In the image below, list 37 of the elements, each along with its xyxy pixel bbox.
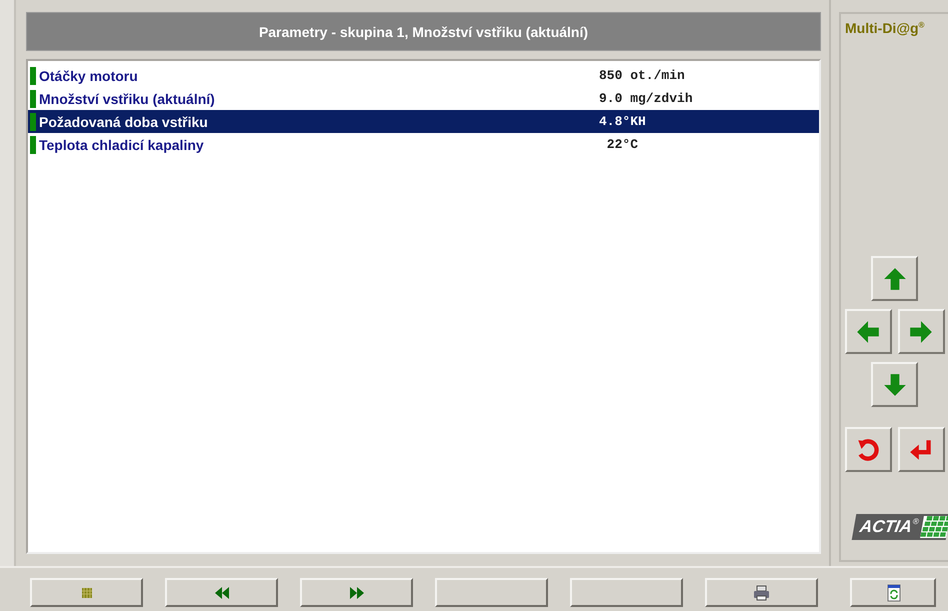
left-button[interactable] [844, 309, 892, 354]
parameter-row[interactable]: Množství vstřiku (aktuální) 9.0 mg/zdvih [28, 87, 819, 110]
toolbar-button[interactable] [570, 578, 683, 607]
status-marker-icon [30, 90, 36, 108]
down-arrow-icon [882, 372, 908, 398]
parameter-row[interactable]: Teplota chladicí kapaliny 22°C [28, 133, 819, 156]
parameter-value: 9.0 mg/zdvih [599, 91, 693, 106]
up-button[interactable] [871, 256, 918, 301]
printer-icon [751, 582, 772, 602]
status-marker-icon [30, 112, 36, 130]
stop-button[interactable] [30, 578, 143, 607]
parameter-label: Teplota chladicí kapaliny [38, 136, 205, 152]
right-arrow-icon [908, 318, 934, 344]
toolbar-button[interactable] [435, 578, 548, 607]
parameter-value: 850 ot./min [599, 68, 685, 83]
up-arrow-icon [882, 266, 908, 292]
parameter-value: 22°C [606, 137, 638, 152]
product-name: Multi-Di@g$^{®}$ [845, 20, 924, 36]
panel-title: Parametry - skupina 1, Množství vstřiku (aktuální) [26, 12, 821, 51]
rewind-button[interactable] [165, 578, 278, 607]
parameter-label: Požadovaná doba vstřiku [38, 114, 209, 130]
print-button[interactable] [705, 578, 818, 607]
down-button[interactable] [871, 362, 918, 407]
parameter-row[interactable]: Požadovaná doba vstřiku 4.8°KH [28, 110, 819, 133]
left-arrow-icon [855, 318, 881, 344]
status-marker-icon [30, 66, 36, 84]
actia-logo: ACTIA® [852, 514, 948, 540]
undo-button[interactable] [844, 427, 892, 472]
enter-button[interactable] [898, 427, 944, 472]
parameter-label: Množství vstřiku (aktuální) [38, 90, 216, 106]
parameter-row[interactable]: Otáčky motoru 850 ot./min [28, 64, 819, 87]
right-button[interactable] [898, 309, 944, 354]
fast-forward-button[interactable] [300, 578, 413, 607]
parameter-value: 4.8°KH [599, 114, 646, 129]
refresh-button[interactable] [850, 578, 936, 607]
status-marker-icon [30, 136, 36, 154]
parameter-label: Otáčky motoru [38, 68, 139, 84]
